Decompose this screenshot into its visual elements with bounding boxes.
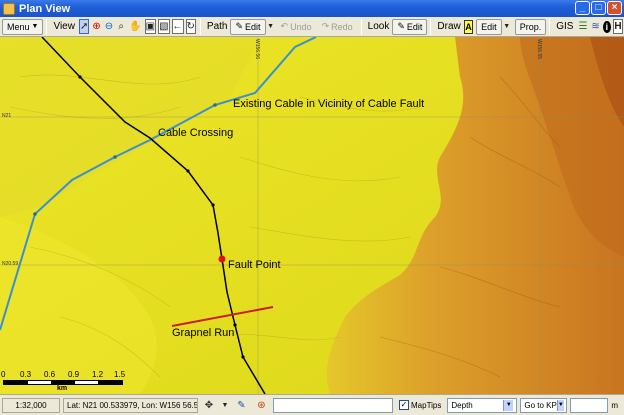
zoom-in-icon[interactable]: ⊕ xyxy=(91,19,101,34)
toolbar: Menu ▼ View ➚ ⊕ ⊖ ⌕ ✋ ▣ ▧ ← ↻ Path ✎ Edi… xyxy=(0,17,624,37)
refresh-view-icon[interactable]: ↻ xyxy=(185,19,196,34)
layer-select-value: Depth xyxy=(451,400,473,410)
fault-point-marker[interactable] xyxy=(218,255,226,263)
menu-label: Menu xyxy=(7,21,30,32)
path-edit-button[interactable]: ✎ Edit xyxy=(230,18,266,35)
path-edit-label: Edit xyxy=(245,21,261,32)
draw-label: Draw xyxy=(437,21,461,32)
cable-crossing-label: Cable Crossing xyxy=(158,127,234,139)
redo-icon: ↷ xyxy=(321,21,330,31)
grid-label-n21: N21 xyxy=(2,113,12,119)
chevron-down-icon: ▼ xyxy=(556,399,564,411)
chevron-down-icon: ▼ xyxy=(31,23,39,30)
existing-cable-label: Existing Cable in Vicinity of Cable Faul… xyxy=(233,98,425,110)
zoom-previous-icon[interactable]: ▧ xyxy=(158,19,170,34)
scale-tick: 1.5 xyxy=(114,370,126,379)
look-edit-button[interactable]: ✎ Edit xyxy=(392,18,428,35)
back-arrow-icon[interactable]: ← xyxy=(171,19,184,34)
prop-button[interactable]: Prop. xyxy=(514,18,547,35)
maptips-checkbox[interactable]: ✓ xyxy=(399,400,409,410)
fault-point-label: Fault Point xyxy=(228,259,281,271)
path-dropdown-icon[interactable]: ▼ xyxy=(267,19,275,34)
map-canvas[interactable]: N21 N20.59 W156.56 W156.55 Existing Cabl… xyxy=(0,37,624,394)
zoom-out-icon[interactable]: ⊖ xyxy=(104,19,114,34)
minimize-button[interactable]: _ xyxy=(575,1,590,15)
redo-button[interactable]: ↷ Redo xyxy=(317,19,358,35)
undo-label: Undo xyxy=(290,21,312,32)
goto-kp-label: Go to KP xyxy=(524,400,557,410)
navigation-icon[interactable]: ✥ xyxy=(202,398,216,413)
gis-label: GIS xyxy=(556,21,574,32)
window-title-bar[interactable]: Plan View _ □ × xyxy=(0,0,624,17)
scale-ticks: 0 0.3 0.6 0.9 1.2 1.5 xyxy=(0,370,130,379)
separator xyxy=(46,18,48,35)
app-icon xyxy=(3,2,15,15)
pan-hand-icon[interactable]: ✋ xyxy=(128,19,142,34)
zoom-area-icon[interactable]: ⌕ xyxy=(116,19,126,34)
grid-label-w156a: W156.56 xyxy=(254,39,260,60)
kp-value-input[interactable] xyxy=(570,397,609,413)
redo-label: Redo xyxy=(331,21,353,32)
maximize-button[interactable]: □ xyxy=(591,1,606,15)
scale-tick: 0.3 xyxy=(20,370,32,379)
zoom-extent-icon[interactable]: ▣ xyxy=(144,19,157,34)
draw-edit-button[interactable]: Edit xyxy=(476,18,502,35)
scale-tick: 0.9 xyxy=(68,370,80,379)
kp-unit-label: m xyxy=(611,400,619,410)
menu-button[interactable]: Menu ▼ xyxy=(2,18,44,35)
separator xyxy=(430,18,432,35)
edit-icon: ✎ xyxy=(397,21,405,31)
undo-icon: ↶ xyxy=(280,21,289,31)
map-scale-field: 1:32,000 xyxy=(2,397,60,413)
prop-label: Prop. xyxy=(519,21,542,32)
look-label: Look xyxy=(367,21,390,32)
scale-unit: km xyxy=(57,385,68,392)
target-icon[interactable]: ⊛ xyxy=(254,398,269,413)
chevron-down-icon: ▼ xyxy=(503,399,514,411)
draw-dropdown-icon[interactable]: ▼ xyxy=(503,19,511,34)
draw-text-icon[interactable]: A xyxy=(463,19,474,34)
status-bar: 1:32,000 Lat: N21 00.533979, Lon: W156 5… xyxy=(0,394,624,415)
grid-label-n20: N20.59 xyxy=(2,261,19,267)
coordinates-field: Lat: N21 00.533979, Lon: W156 56.5665 xyxy=(63,397,198,413)
path-label: Path xyxy=(206,21,228,32)
undo-button[interactable]: ↶ Undo xyxy=(276,19,317,35)
maptips-label: MapTips xyxy=(411,400,442,410)
close-button[interactable]: × xyxy=(607,1,622,15)
navigation-dropdown-icon[interactable]: ▼ xyxy=(221,398,229,413)
info-icon[interactable]: i xyxy=(602,20,611,33)
grapnel-run-label: Grapnel Run xyxy=(172,327,235,339)
goto-kp-select[interactable]: Go to KP ▼ xyxy=(520,397,568,413)
pointer-icon[interactable]: ➚ xyxy=(78,19,90,34)
scale-tick: 1.2 xyxy=(92,370,104,379)
separator xyxy=(360,18,362,35)
grid-label-w156b: W156.55 xyxy=(536,39,542,60)
view-label: View xyxy=(53,21,75,32)
scale-bar: 0 0.3 0.6 0.9 1.2 1.5 km xyxy=(0,366,130,394)
draw-edit-label: Edit xyxy=(481,21,497,32)
bathymetry-map xyxy=(0,37,624,394)
contour-icon[interactable]: ≋ xyxy=(590,19,600,34)
scale-tick: 0.6 xyxy=(44,370,56,379)
maptips-toggle[interactable]: ✓ MapTips xyxy=(396,397,445,413)
measure-icon[interactable]: ✎ xyxy=(234,398,249,413)
edit-icon: ✎ xyxy=(235,21,244,31)
separator xyxy=(549,18,551,35)
look-edit-label: Edit xyxy=(406,21,423,32)
scale-tick: 0 xyxy=(1,370,6,379)
separator xyxy=(199,18,201,35)
window-title: Plan View xyxy=(19,2,71,15)
layer-select[interactable]: Depth ▼ xyxy=(447,397,518,413)
search-input[interactable] xyxy=(273,397,393,413)
help-icon[interactable]: H xyxy=(612,19,623,34)
layers-icon[interactable]: ☰ xyxy=(577,19,588,34)
